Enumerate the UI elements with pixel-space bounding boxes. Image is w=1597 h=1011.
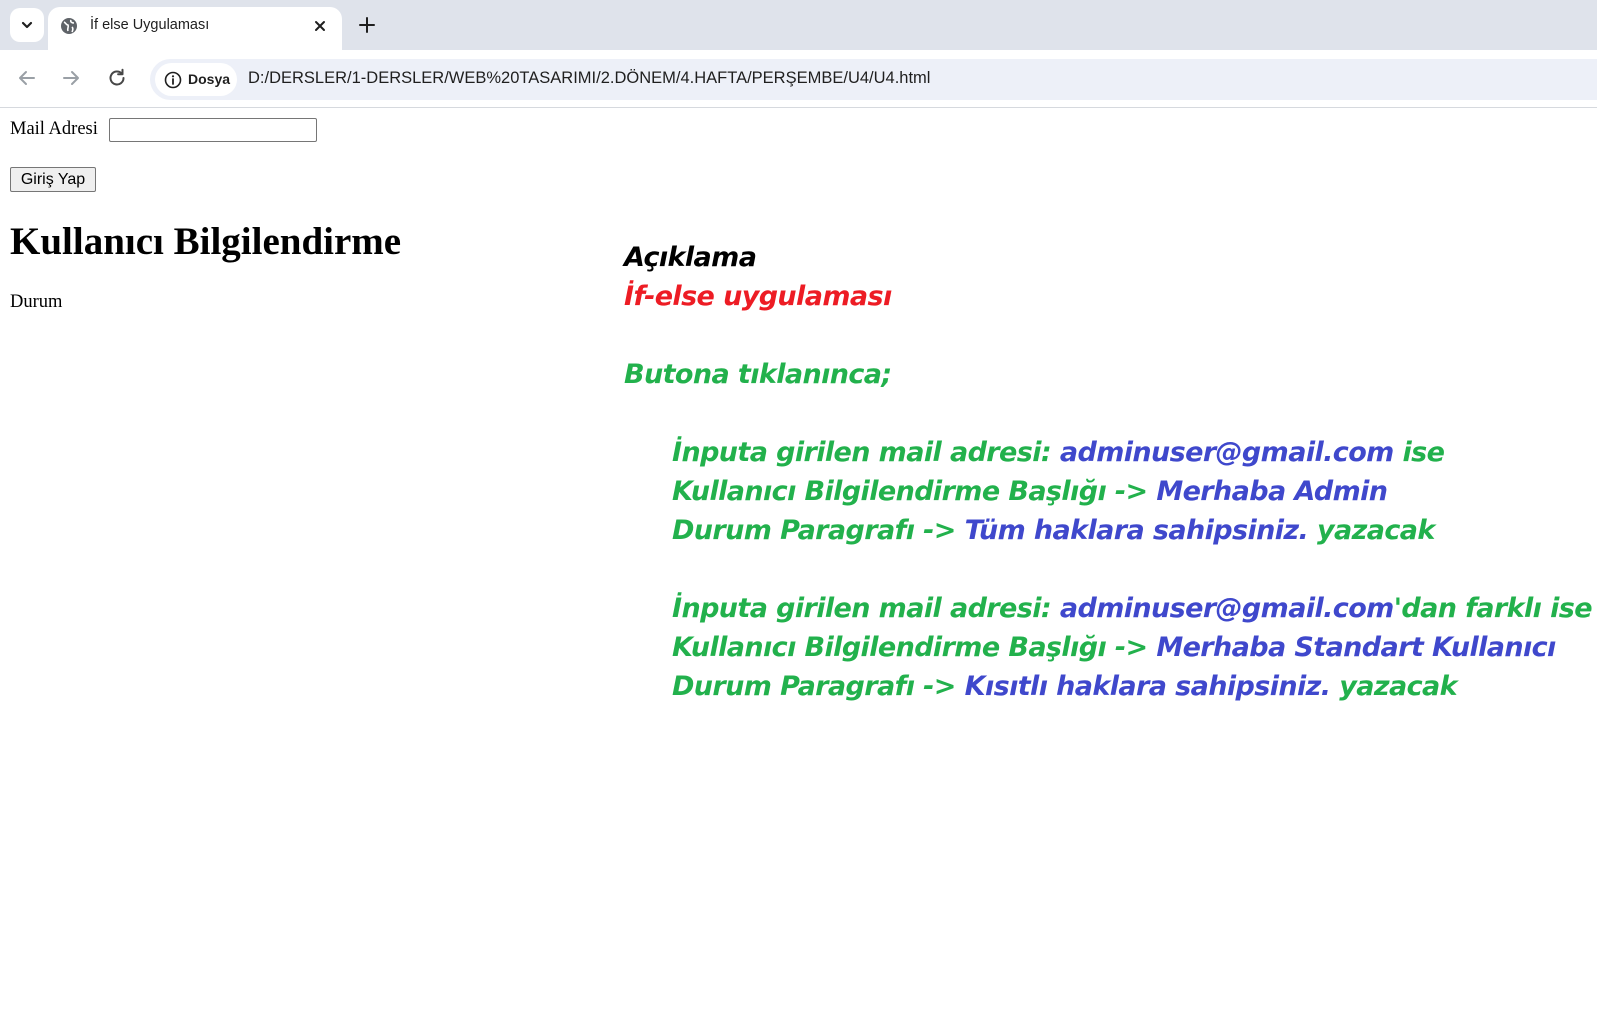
- reload-icon[interactable]: [105, 66, 129, 90]
- arrow-left-icon[interactable]: [15, 66, 39, 90]
- status-paragraph: Durum: [10, 292, 63, 312]
- case1-heading-rule: Kullanıcı Bilgilendirme Başlığı -> Merha…: [672, 476, 1388, 507]
- case1-condition: İnputa girilen mail adresi: adminuser@gm…: [672, 437, 1445, 468]
- browser-tab-active[interactable]: İf else Uygulaması: [48, 7, 342, 50]
- note-title: Açıklama: [624, 242, 757, 273]
- plus-icon[interactable]: [356, 14, 378, 36]
- note-trigger: Butona tıklanınca;: [624, 359, 892, 390]
- info-icon: [164, 71, 182, 89]
- explanation-note: Açıklama İf-else uygulaması Butona tıkla…: [624, 238, 1593, 706]
- tab-strip: İf else Uygulaması: [0, 0, 1597, 50]
- page-content: Mail Adresi Giriş Yap Kullanıcı Bilgilen…: [0, 108, 1597, 1011]
- url-text[interactable]: D:/DERSLER/1-DERSLER/WEB%20TASARIMI/2.DÖ…: [248, 69, 930, 88]
- login-button[interactable]: Giriş Yap: [10, 167, 96, 192]
- user-info-heading: Kullanıcı Bilgilendirme: [10, 220, 402, 263]
- tab-search-button[interactable]: [10, 8, 44, 42]
- address-bar[interactable]: Dosya D:/DERSLER/1-DERSLER/WEB%20TASARIM…: [150, 59, 1597, 100]
- note-subtitle: İf-else uygulaması: [624, 281, 892, 312]
- browser-toolbar: Dosya D:/DERSLER/1-DERSLER/WEB%20TASARIM…: [0, 50, 1597, 108]
- globe-icon: [61, 18, 77, 34]
- case2-condition: İnputa girilen mail adresi: adminuser@gm…: [672, 593, 1593, 624]
- close-icon[interactable]: [310, 16, 330, 36]
- mail-address-input[interactable]: [109, 118, 317, 142]
- tab-title: İf else Uygulaması: [90, 17, 210, 33]
- case2-status-rule: Durum Paragrafı -> Kısıtlı haklara sahip…: [672, 671, 1458, 702]
- case1-status-rule: Durum Paragrafı -> Tüm haklara sahipsini…: [672, 515, 1435, 546]
- site-info-chip[interactable]: Dosya: [155, 63, 237, 96]
- arrow-right-icon[interactable]: [59, 66, 83, 90]
- site-chip-label: Dosya: [188, 71, 231, 87]
- chevron-down-icon: [21, 21, 33, 29]
- mail-address-label: Mail Adresi: [10, 119, 98, 139]
- case2-heading-rule: Kullanıcı Bilgilendirme Başlığı -> Merha…: [672, 632, 1556, 663]
